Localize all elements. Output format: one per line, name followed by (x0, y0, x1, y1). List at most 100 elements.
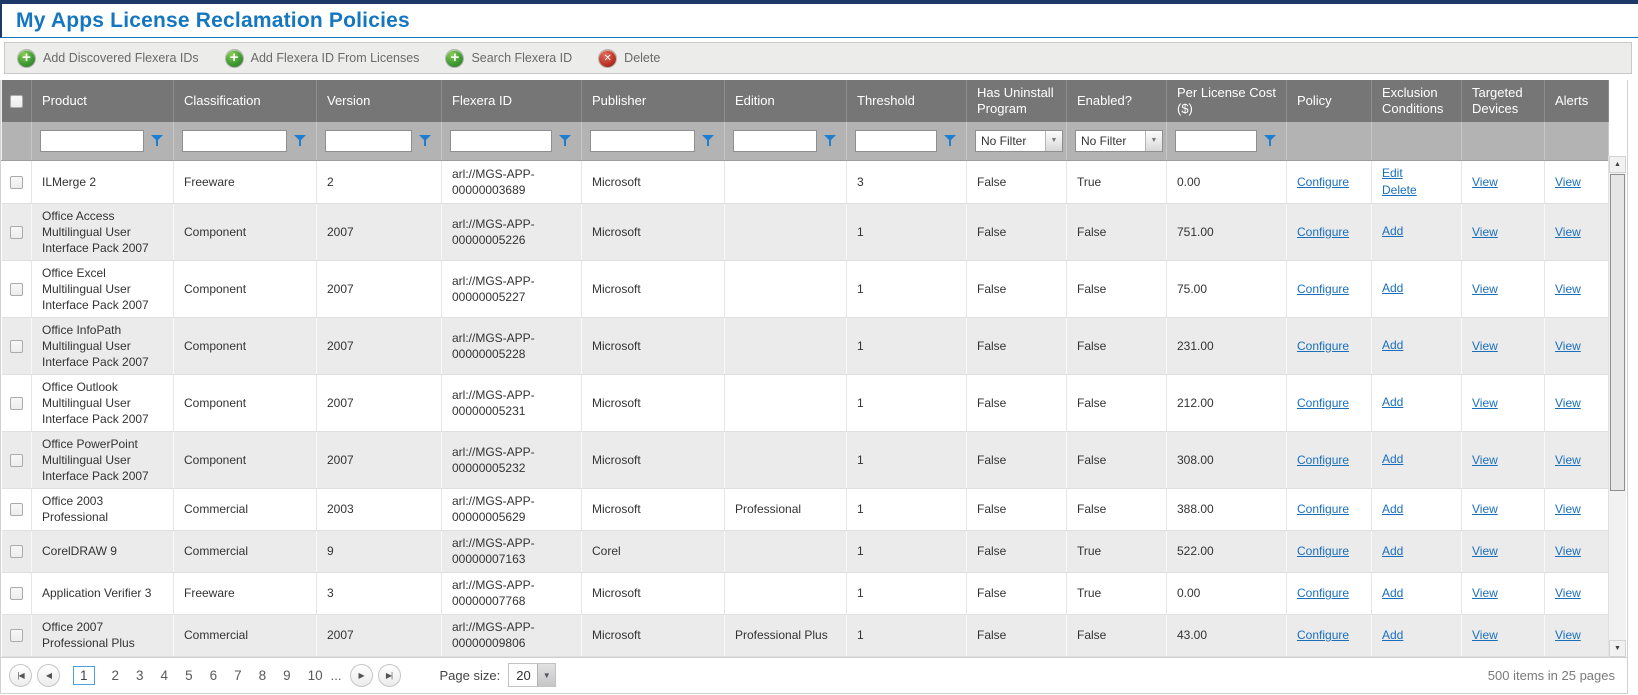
configure-link[interactable]: Configure (1297, 543, 1349, 559)
filter-input-per-license-cost[interactable] (1175, 130, 1257, 152)
delete-link[interactable]: Delete (1382, 182, 1451, 199)
row-checkbox[interactable] (10, 340, 23, 353)
chevron-down-icon[interactable]: ▼ (1145, 131, 1162, 151)
alerts-view-link[interactable]: View (1555, 174, 1581, 190)
column-header-per-license-cost[interactable]: Per License Cost ($) (1167, 80, 1287, 122)
column-header-exclusion-conditions[interactable]: Exclusion Conditions (1372, 80, 1462, 122)
scroll-down-button[interactable]: ▼ (1609, 640, 1626, 657)
column-header-enabled[interactable]: Enabled? (1067, 80, 1167, 122)
targeted-devices-view-link[interactable]: View (1472, 224, 1498, 240)
first-page-button[interactable]: |◀ (9, 664, 32, 687)
row-checkbox[interactable] (10, 503, 23, 516)
edit-link[interactable]: Edit (1382, 165, 1451, 182)
targeted-devices-view-link[interactable]: View (1472, 174, 1498, 190)
scroll-thumb[interactable] (1610, 174, 1625, 491)
filter-select-enabled[interactable]: No Filter▼ (1075, 130, 1163, 152)
alerts-view-link[interactable]: View (1555, 224, 1581, 240)
filter-input-publisher[interactable] (590, 130, 695, 152)
targeted-devices-view-link[interactable]: View (1472, 585, 1498, 601)
targeted-devices-view-link[interactable]: View (1472, 627, 1498, 643)
configure-link[interactable]: Configure (1297, 452, 1349, 468)
column-header-alerts[interactable]: Alerts (1545, 80, 1609, 122)
column-header-edition[interactable]: Edition (725, 80, 847, 122)
configure-link[interactable]: Configure (1297, 501, 1349, 517)
configure-link[interactable]: Configure (1297, 395, 1349, 411)
filter-button-flexera-id[interactable] (557, 133, 573, 149)
targeted-devices-view-link[interactable]: View (1472, 543, 1498, 559)
targeted-devices-view-link[interactable]: View (1472, 395, 1498, 411)
filter-button-threshold[interactable] (942, 133, 958, 149)
toolbar-button-search-flexera-id[interactable]: +Search Flexera ID (445, 49, 572, 68)
add-link[interactable]: Add (1382, 451, 1451, 468)
row-checkbox[interactable] (10, 629, 23, 642)
column-header-publisher[interactable]: Publisher (582, 80, 725, 122)
next-page-button[interactable]: ▶ (350, 664, 373, 687)
targeted-devices-view-link[interactable]: View (1472, 338, 1498, 354)
column-header-classification[interactable]: Classification (174, 80, 317, 122)
last-page-button[interactable]: ▶| (378, 664, 401, 687)
page-number-4[interactable]: 4 (161, 668, 169, 683)
column-header-has-uninstall-program[interactable]: Has Uninstall Program (967, 80, 1067, 122)
page-number-9[interactable]: 9 (283, 668, 291, 683)
toolbar-button-add-discovered-flexera-ids[interactable]: +Add Discovered Flexera IDs (17, 49, 199, 68)
configure-link[interactable]: Configure (1297, 585, 1349, 601)
column-header-policy[interactable]: Policy (1287, 80, 1372, 122)
alerts-view-link[interactable]: View (1555, 452, 1581, 468)
page-number-5[interactable]: 5 (185, 668, 193, 683)
configure-link[interactable]: Configure (1297, 627, 1349, 643)
add-link[interactable]: Add (1382, 627, 1451, 644)
filter-button-version[interactable] (417, 133, 433, 149)
configure-link[interactable]: Configure (1297, 338, 1349, 354)
scroll-track[interactable] (1609, 173, 1626, 640)
page-number-10[interactable]: 10 (308, 668, 323, 683)
add-link[interactable]: Add (1382, 337, 1451, 354)
targeted-devices-view-link[interactable]: View (1472, 281, 1498, 297)
prev-page-button[interactable]: ◀ (37, 664, 60, 687)
chevron-down-icon[interactable]: ▼ (1045, 131, 1062, 151)
toolbar-button-add-flexera-id-from-licenses[interactable]: +Add Flexera ID From Licenses (225, 49, 420, 68)
scroll-up-button[interactable]: ▲ (1609, 156, 1626, 173)
alerts-view-link[interactable]: View (1555, 338, 1581, 354)
page-number-3[interactable]: 3 (136, 668, 144, 683)
toolbar-button-delete[interactable]: ✕Delete (598, 49, 660, 68)
alerts-view-link[interactable]: View (1555, 627, 1581, 643)
alerts-view-link[interactable]: View (1555, 501, 1581, 517)
page-number-8[interactable]: 8 (259, 668, 267, 683)
filter-button-edition[interactable] (822, 133, 838, 149)
select-all-checkbox[interactable] (10, 95, 23, 108)
alerts-view-link[interactable]: View (1555, 395, 1581, 411)
row-checkbox[interactable] (10, 397, 23, 410)
page-number-2[interactable]: 2 (112, 668, 120, 683)
page-number-6[interactable]: 6 (210, 668, 218, 683)
configure-link[interactable]: Configure (1297, 174, 1349, 190)
page-number-1[interactable]: 1 (73, 666, 95, 685)
targeted-devices-view-link[interactable]: View (1472, 452, 1498, 468)
vertical-scrollbar[interactable]: ▲ ▼ (1608, 156, 1626, 657)
chevron-down-icon[interactable]: ▼ (537, 664, 555, 686)
add-link[interactable]: Add (1382, 585, 1451, 602)
filter-button-product[interactable] (149, 133, 165, 149)
filter-input-version[interactable] (325, 130, 412, 152)
column-header-flexera-id[interactable]: Flexera ID (442, 80, 582, 122)
add-link[interactable]: Add (1382, 501, 1451, 518)
add-link[interactable]: Add (1382, 543, 1451, 560)
row-checkbox[interactable] (10, 226, 23, 239)
targeted-devices-view-link[interactable]: View (1472, 501, 1498, 517)
filter-input-threshold[interactable] (855, 130, 937, 152)
add-link[interactable]: Add (1382, 223, 1451, 240)
page-size-select[interactable]: 20 ▼ (508, 663, 556, 687)
row-checkbox[interactable] (10, 283, 23, 296)
filter-input-flexera-id[interactable] (450, 130, 552, 152)
alerts-view-link[interactable]: View (1555, 543, 1581, 559)
filter-input-product[interactable] (40, 130, 144, 152)
add-link[interactable]: Add (1382, 394, 1451, 411)
filter-input-edition[interactable] (733, 130, 817, 152)
filter-button-classification[interactable] (292, 133, 308, 149)
filter-button-publisher[interactable] (700, 133, 716, 149)
column-header-version[interactable]: Version (317, 80, 442, 122)
row-checkbox[interactable] (10, 587, 23, 600)
column-header-threshold[interactable]: Threshold (847, 80, 967, 122)
filter-select-has-uninstall-program[interactable]: No Filter▼ (975, 130, 1063, 152)
row-checkbox[interactable] (10, 176, 23, 189)
row-checkbox[interactable] (10, 545, 23, 558)
